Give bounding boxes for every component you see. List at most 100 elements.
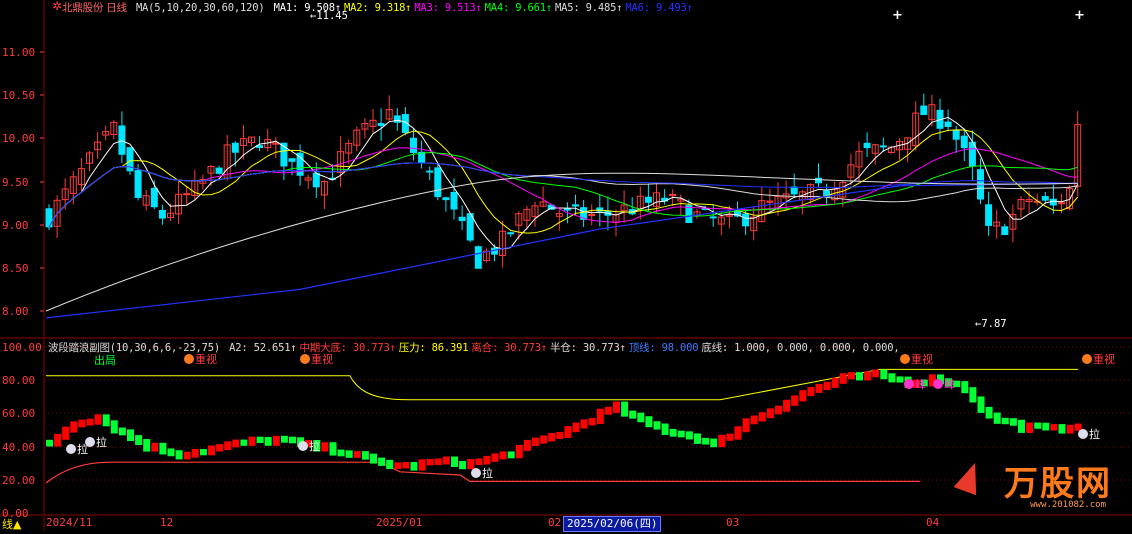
histogram-bar	[621, 401, 629, 417]
candle-body	[231, 142, 239, 153]
histogram-bar	[175, 450, 183, 460]
candle-body	[150, 187, 158, 208]
histogram-bar	[1001, 417, 1009, 425]
candle-body	[644, 196, 652, 203]
chart-stage[interactable]	[0, 0, 1132, 531]
x-tick-label: 04	[926, 516, 940, 529]
histogram-bar	[872, 369, 880, 378]
la-label: 拉	[1089, 428, 1100, 441]
histogram-bar	[596, 408, 604, 425]
histogram-bar	[337, 449, 345, 457]
histogram-bar	[418, 459, 426, 471]
histogram-bar	[856, 372, 863, 381]
y-tick-label: 9.50	[2, 176, 29, 189]
histogram-bar	[394, 462, 402, 470]
histogram-bar	[289, 436, 296, 444]
histogram-bar	[629, 410, 637, 419]
sub-value-label: 压力: 86.391	[398, 342, 469, 354]
histogram-bar	[264, 437, 272, 446]
histogram-bar	[483, 455, 491, 465]
candle-body	[434, 167, 442, 198]
sub-value-label: 离合: 30.773↑	[471, 342, 548, 354]
high-value: 11.45	[316, 10, 348, 22]
la-badge: 拉	[471, 465, 493, 481]
histogram-bar	[459, 461, 467, 470]
la-label: 拉	[309, 440, 320, 453]
y-tick-label: 10.00	[2, 132, 36, 145]
histogram-bar	[321, 442, 329, 452]
chuju-label: 出局	[94, 354, 116, 367]
chuju-badge: 出局	[94, 352, 116, 368]
zhongshi-badge: 重视	[900, 351, 933, 367]
histogram-bar	[969, 387, 977, 403]
watermark-url: www.201082.com	[1030, 500, 1106, 510]
histogram-bar	[240, 439, 248, 446]
watermark-brand: 万股网	[1004, 464, 1112, 504]
histogram-bar	[694, 433, 701, 444]
histogram-bar	[880, 369, 888, 380]
histogram-bar	[370, 453, 377, 464]
histogram-bar	[361, 451, 369, 460]
candle-body	[442, 197, 450, 201]
ma-label: MA4: 9.661↑	[484, 2, 553, 14]
histogram-bar	[896, 376, 904, 383]
candle-body	[669, 193, 677, 196]
la-dot-icon	[1078, 429, 1088, 439]
la-dot-icon	[85, 437, 95, 447]
candle-body	[572, 204, 579, 207]
plus-marker: +	[1074, 8, 1085, 23]
stock-name: 北鼎股份	[62, 2, 104, 14]
corner-label[interactable]: 线▲	[2, 516, 21, 532]
histogram-bar	[70, 421, 78, 433]
la-badge: 拉	[298, 438, 320, 454]
la-dot-icon	[66, 444, 76, 454]
histogram-bar	[46, 439, 53, 447]
histogram-bar	[540, 435, 548, 444]
candle-body	[790, 186, 798, 195]
feng-dot-icon	[904, 379, 914, 389]
zhongshi-label: 重视	[1093, 353, 1115, 366]
candle-body	[215, 167, 223, 174]
ma-label: MA5: 9.485↑	[555, 2, 623, 14]
cursor-date: 2025/02/06(四)	[563, 516, 662, 532]
x-tick-label: 2025/01	[376, 516, 423, 529]
histogram-bar	[1009, 418, 1017, 426]
candle-body	[985, 204, 993, 226]
histogram-bar	[507, 451, 515, 459]
zhongshi-dot-icon	[184, 354, 194, 364]
histogram-bar	[653, 421, 661, 430]
histogram-bar	[199, 449, 207, 456]
low-annotation: ←7.87	[975, 318, 1007, 330]
histogram-bar	[1050, 424, 1058, 431]
chart-svg[interactable]	[0, 0, 1132, 531]
candle-body	[158, 209, 166, 219]
sub-value-label: 顶线: 98.000	[628, 342, 699, 354]
candle-body	[685, 205, 693, 223]
histogram-bar	[864, 371, 872, 381]
histogram-bar	[564, 426, 572, 439]
plus-marker: +	[892, 8, 903, 23]
zhongshi-label: 重视	[311, 353, 333, 366]
candle-body	[183, 193, 191, 196]
y-tick-label: 40.00	[2, 441, 36, 454]
candle-body	[134, 170, 142, 198]
candle-body	[458, 216, 466, 222]
histogram-bar	[783, 399, 791, 412]
candle-body	[393, 115, 401, 123]
histogram-bar	[961, 381, 969, 394]
feng-badge: 峰	[904, 376, 926, 392]
histogram-bar	[556, 432, 564, 439]
ma-label: MA6: 9.493↑	[625, 2, 693, 14]
candle-body	[312, 172, 320, 188]
candle-body	[288, 158, 296, 162]
zhongshi-dot-icon	[1082, 354, 1092, 364]
histogram-bar	[402, 462, 410, 469]
candle-body	[709, 216, 717, 219]
histogram-bar	[499, 451, 507, 460]
histogram-bar	[110, 420, 118, 434]
histogram-bar	[94, 414, 102, 425]
zhongshi-badge: 重视	[1082, 351, 1115, 367]
ma-label: MA2: 9.318↑	[343, 2, 412, 14]
feng-label: 峰	[915, 378, 926, 391]
candle-body	[426, 170, 434, 173]
